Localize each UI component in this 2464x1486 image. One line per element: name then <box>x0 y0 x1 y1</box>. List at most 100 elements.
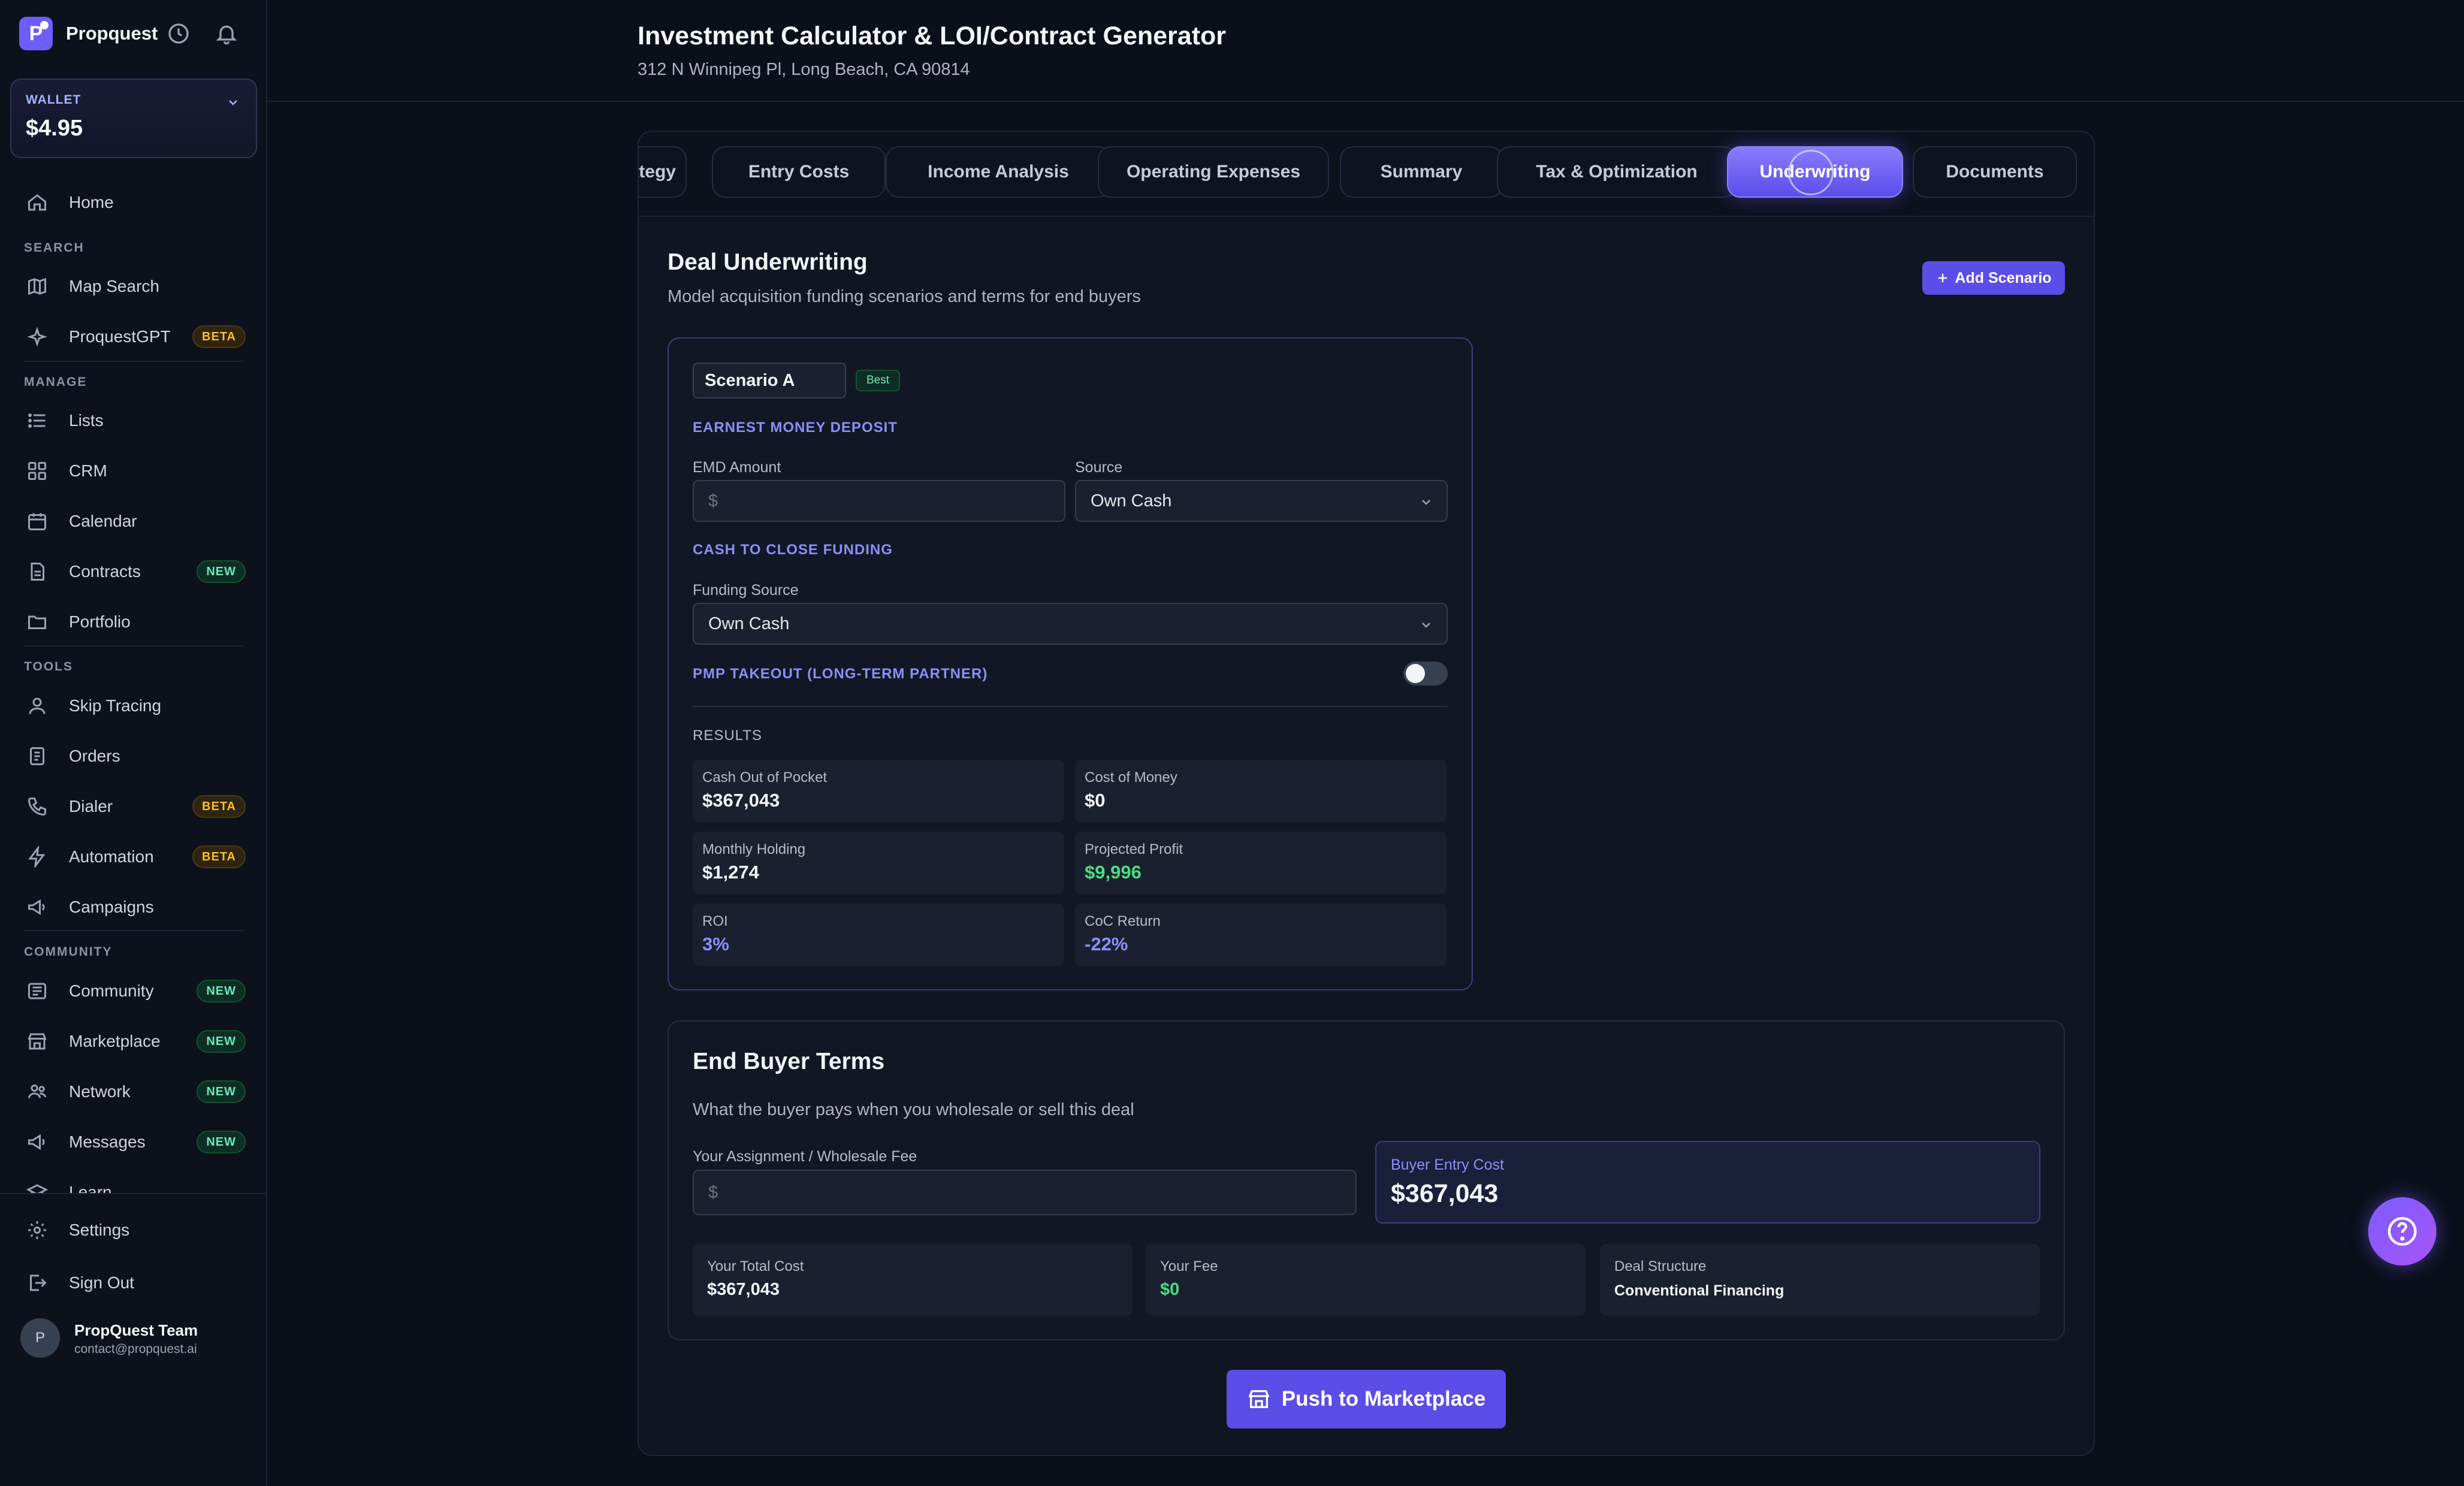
tab-summary[interactable]: Summary <box>1340 146 1503 198</box>
page-title: Investment Calculator & LOI/Contract Gen… <box>638 22 1227 50</box>
metric-label: Cash Out of Pocket <box>702 769 828 786</box>
tab-strategy[interactable]: ategy <box>639 146 687 198</box>
calendar-icon <box>28 513 46 530</box>
sidebar-item-calendar[interactable]: Calendar <box>0 500 267 542</box>
toggle-knob <box>1406 664 1425 683</box>
section-label-community: COMMUNITY <box>24 945 113 959</box>
metric-label: ROI <box>702 913 728 929</box>
emd-amount-label: EMD Amount <box>693 459 781 476</box>
plus-icon <box>1938 274 1947 282</box>
sidebar-item-portfolio[interactable]: Portfolio <box>0 601 267 643</box>
sidebar-item-label: Orders <box>69 747 120 765</box>
sidebar-item-crm[interactable]: CRM <box>0 450 267 492</box>
sidebar-item-messages[interactable]: Messages NEW <box>0 1121 267 1163</box>
sign-out-button[interactable]: Sign Out <box>0 1262 267 1304</box>
your-fee-label: Your Fee <box>1160 1258 1218 1274</box>
funding-source-select[interactable]: Own Cash <box>693 603 1448 645</box>
end-buyer-title: End Buyer Terms <box>693 1049 885 1074</box>
total-cost-box: Your Total Cost $367,043 <box>693 1244 1133 1316</box>
tab-income-analysis[interactable]: Income Analysis <box>886 146 1111 198</box>
sidebar-item-orders[interactable]: Orders <box>0 735 267 777</box>
sidebar-item-network[interactable]: Network NEW <box>0 1071 267 1113</box>
metric-label: Projected Profit <box>1085 841 1183 857</box>
sidebar-item-lists[interactable]: Lists <box>0 400 267 442</box>
map-icon <box>28 277 46 295</box>
graduation-cap-icon <box>26 1184 48 1193</box>
bell-icon[interactable] <box>215 22 238 46</box>
tab-tax-optimization[interactable]: Tax & Optimization <box>1497 146 1737 198</box>
tab-label: Entry Costs <box>748 162 850 182</box>
source-select[interactable]: Own Cash <box>1075 480 1448 522</box>
sidebar-item-contracts[interactable]: Contracts NEW <box>0 551 267 593</box>
cursor-ring <box>1788 150 1834 195</box>
tab-documents[interactable]: Documents <box>1913 146 2077 198</box>
sidebar-item-label: Calendar <box>69 512 137 530</box>
app-logo: P <box>19 17 53 50</box>
emd-heading: EARNEST MONEY DEPOSIT <box>693 419 898 436</box>
sidebar-item-label: Network <box>69 1082 131 1101</box>
your-fee-box: Your Fee $0 <box>1146 1244 1586 1316</box>
sparkle-icon <box>27 327 47 347</box>
wallet-label: WALLET <box>26 93 81 107</box>
tab-label: Income Analysis <box>928 162 1069 182</box>
metric-value: $9,996 <box>1085 862 1142 883</box>
sidebar-item-marketplace[interactable]: Marketplace NEW <box>0 1020 267 1062</box>
sidebar-item-label: Learn <box>69 1183 112 1193</box>
store-icon <box>28 1033 47 1050</box>
push-button-label: Push to Marketplace <box>1281 1387 1486 1411</box>
sidebar-item-map-search[interactable]: Map Search <box>0 265 267 307</box>
sidebar-item-dialer[interactable]: Dialer BETA <box>0 786 267 827</box>
assignment-fee-input[interactable]: $ <box>693 1170 1357 1215</box>
section-description: Model acquisition funding scenarios and … <box>668 287 1141 306</box>
sidebar-item-settings[interactable]: Settings <box>0 1209 267 1251</box>
push-to-marketplace-button[interactable]: Push to Marketplace <box>1227 1370 1506 1428</box>
chevron-down-icon[interactable] <box>226 95 240 110</box>
tab-operating-expenses[interactable]: Operating Expenses <box>1098 146 1329 198</box>
best-badge: Best <box>856 370 900 391</box>
source-label: Source <box>1075 459 1123 476</box>
sidebar-item-learn[interactable]: Learn <box>0 1171 267 1193</box>
add-scenario-button[interactable]: Add Scenario <box>1922 261 2065 295</box>
wallet-card[interactable]: WALLET $4.95 <box>10 78 257 158</box>
sidebar-item-label: Campaigns <box>69 898 154 916</box>
pmp-toggle[interactable] <box>1403 662 1448 685</box>
select-value: Own Cash <box>708 614 790 633</box>
total-cost-value: $367,043 <box>707 1280 780 1299</box>
sidebar-item-automation[interactable]: Automation BETA <box>0 836 267 878</box>
help-button[interactable] <box>2368 1197 2436 1265</box>
tab-label: Tax & Optimization <box>1536 162 1698 182</box>
funding-source-label: Funding Source <box>693 582 799 599</box>
brand[interactable]: P Propquest <box>19 16 158 52</box>
scenario-name-input[interactable]: Scenario A <box>693 363 846 398</box>
grid-icon <box>28 462 46 480</box>
metric-roi: ROI 3% <box>693 904 1064 966</box>
tab-label: Documents <box>1946 162 2044 182</box>
tab-entry-costs[interactable]: Entry Costs <box>712 146 886 198</box>
metric-value: -22% <box>1085 934 1128 955</box>
ctc-heading: CASH TO CLOSE FUNDING <box>693 542 893 558</box>
sidebar-item-label: Dialer <box>69 797 113 816</box>
fee-label: Your Assignment / Wholesale Fee <box>693 1148 917 1165</box>
sidebar-item-label: Sign Out <box>69 1273 134 1292</box>
sidebar-item-skip-tracing[interactable]: Skip Tracing <box>0 685 267 727</box>
divider <box>24 361 243 362</box>
history-icon[interactable] <box>167 22 191 46</box>
chevron-down-icon <box>1422 623 1430 628</box>
store-icon <box>1248 1390 1270 1408</box>
new-badge: NEW <box>197 1030 246 1053</box>
sidebar-item-campaigns[interactable]: Campaigns <box>0 886 267 928</box>
megaphone-icon <box>28 899 45 916</box>
gear-icon <box>28 1221 46 1239</box>
buyer-entry-cost-box: Buyer Entry Cost $367,043 <box>1375 1141 2040 1224</box>
user-name: PropQuest Team <box>74 1321 198 1339</box>
emd-amount-input[interactable]: $ <box>693 480 1065 522</box>
tab-bar: ategy Entry Costs Income Analysis Operat… <box>639 132 2094 217</box>
phone-icon <box>28 798 46 816</box>
divider <box>0 1193 267 1194</box>
metric-value: $367,043 <box>702 790 780 811</box>
sidebar-item-propquestgpt[interactable]: ProquestGPT BETA <box>0 316 267 358</box>
sidebar-item-home[interactable]: Home <box>0 182 267 223</box>
sidebar-item-community[interactable]: Community NEW <box>0 970 267 1012</box>
metric-value: $0 <box>1085 790 1106 811</box>
avatar[interactable]: P <box>20 1318 60 1358</box>
